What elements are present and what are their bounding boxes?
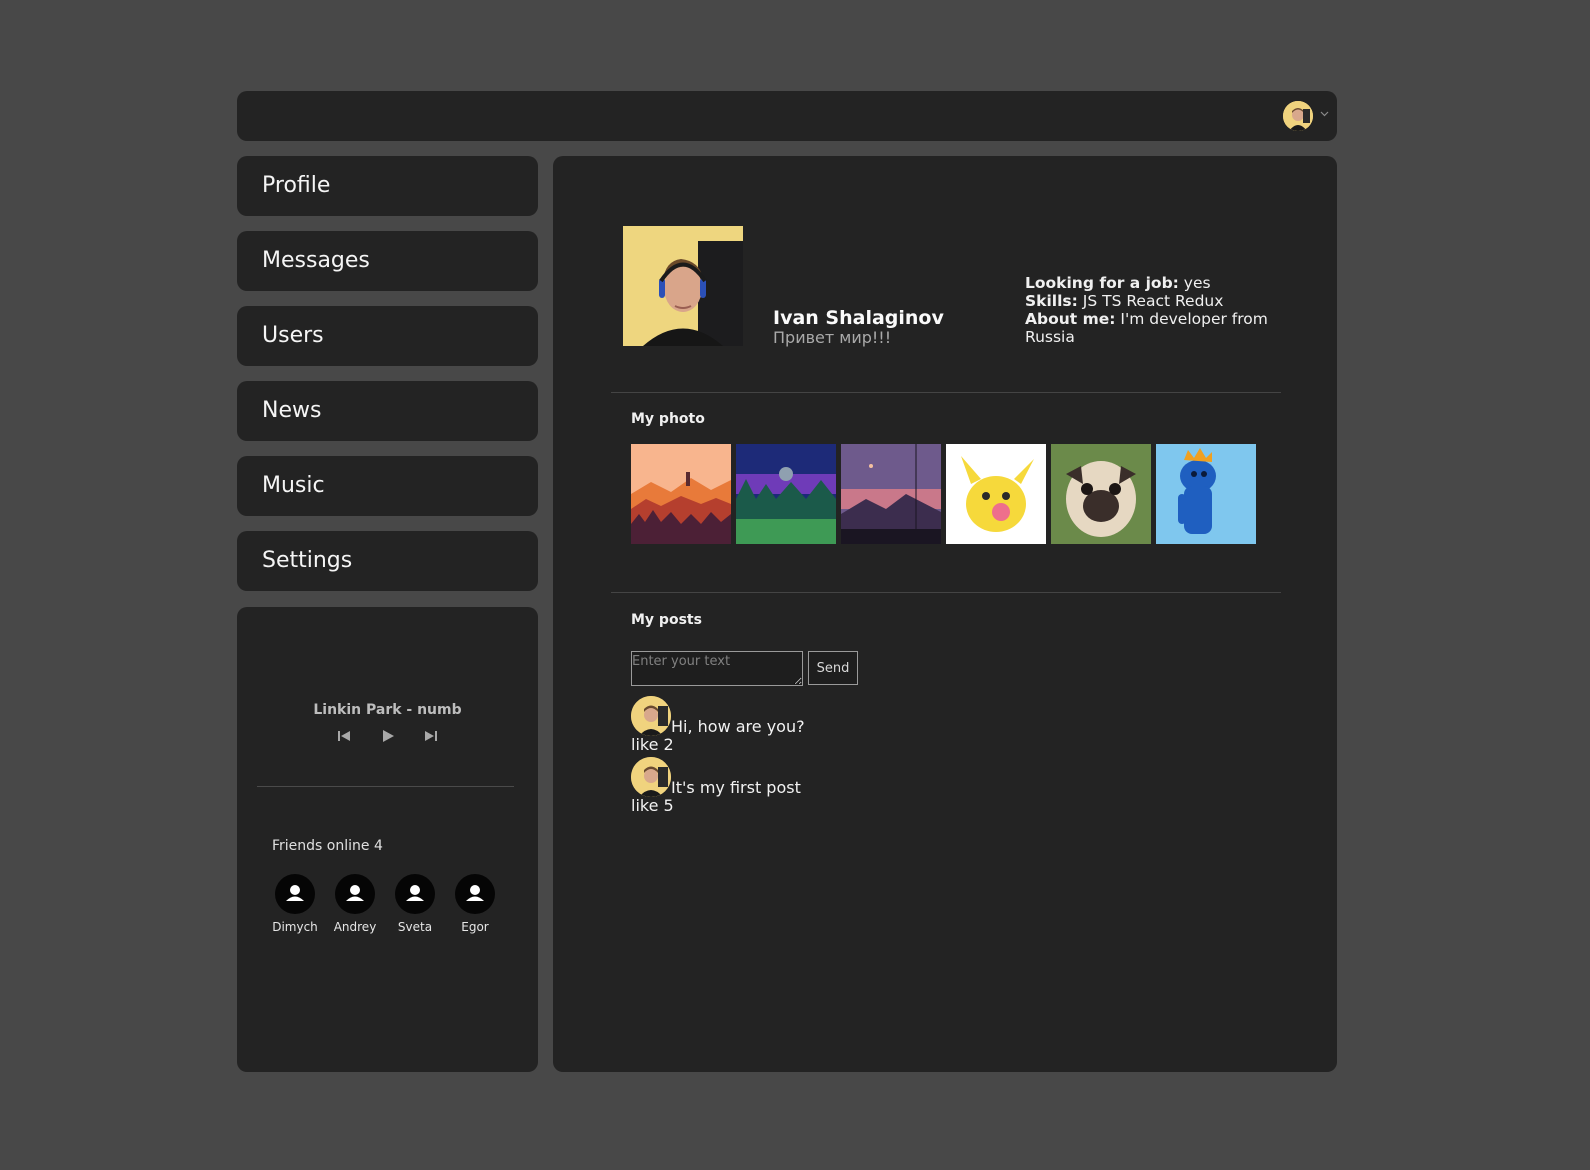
post-text: Hi, how are you? bbox=[671, 717, 805, 736]
friend-item[interactable]: Dimych bbox=[272, 874, 318, 934]
player-controls bbox=[237, 725, 538, 746]
friend-item[interactable]: Andrey bbox=[333, 874, 377, 934]
skills-value: JS TS React Redux bbox=[1077, 292, 1224, 310]
profile-name: Ivan Shalaginov bbox=[773, 307, 944, 329]
job-label: Looking for a job: bbox=[1025, 274, 1179, 292]
post-likes[interactable]: like 2 bbox=[631, 736, 931, 754]
nav-item-messages[interactable]: Messages bbox=[237, 231, 538, 291]
track-title: Linkin Park - numb bbox=[313, 702, 462, 718]
user-avatar[interactable] bbox=[1283, 101, 1313, 131]
profile-photo bbox=[623, 226, 743, 346]
friend-name: Egor bbox=[461, 920, 489, 934]
avatar bbox=[631, 757, 671, 797]
friends-list: Dimych Andrey Sveta Egor bbox=[272, 874, 497, 934]
user-icon bbox=[275, 874, 315, 914]
friend-name: Andrey bbox=[333, 920, 377, 934]
post-likes[interactable]: like 5 bbox=[631, 797, 931, 815]
divider bbox=[611, 592, 1281, 593]
nav-item-music[interactable]: Music bbox=[237, 456, 538, 516]
top-header bbox=[237, 91, 1337, 141]
profile-status[interactable]: Привет мир!!! bbox=[773, 328, 891, 347]
user-icon bbox=[335, 874, 375, 914]
friend-name: Sveta bbox=[397, 920, 433, 934]
nav-item-settings[interactable]: Settings bbox=[237, 531, 538, 591]
nav-item-profile[interactable]: Profile bbox=[237, 156, 538, 216]
divider bbox=[611, 392, 1281, 393]
post-text: It's my first post bbox=[671, 778, 801, 797]
photo-pug[interactable] bbox=[1051, 444, 1151, 544]
post-header: It's my first post bbox=[631, 757, 931, 797]
job-value: yes bbox=[1178, 274, 1211, 292]
photo-pikachu[interactable] bbox=[946, 444, 1046, 544]
nav-item-users[interactable]: Users bbox=[237, 306, 538, 366]
post-item: Hi, how are you? like 2 bbox=[631, 696, 931, 754]
friend-name: Dimych bbox=[272, 920, 318, 934]
skills-row: Skills: JS TS React Redux bbox=[1025, 292, 1275, 310]
my-posts-title: My posts bbox=[631, 612, 702, 628]
user-icon bbox=[395, 874, 435, 914]
photo-night-forest[interactable] bbox=[736, 444, 836, 544]
post-input[interactable] bbox=[631, 651, 803, 686]
about-row: About me: I'm developer from Russia bbox=[1025, 310, 1275, 346]
about-label: About me: bbox=[1025, 310, 1116, 328]
friends-online-label: Friends online 4 bbox=[272, 838, 383, 854]
post-header: Hi, how are you? bbox=[631, 696, 931, 736]
photo-orange-forest[interactable] bbox=[631, 444, 731, 544]
job-row: Looking for a job: yes bbox=[1025, 274, 1275, 292]
skills-label: Skills: bbox=[1025, 292, 1078, 310]
next-icon[interactable] bbox=[421, 726, 441, 746]
side-panel: Linkin Park - numb Friends online 4 Dimy… bbox=[237, 607, 538, 1072]
profile-info: Looking for a job: yes Skills: JS TS Rea… bbox=[1025, 274, 1275, 346]
avatar bbox=[631, 696, 671, 736]
friend-item[interactable]: Egor bbox=[453, 874, 497, 934]
play-icon[interactable] bbox=[378, 726, 398, 746]
previous-icon[interactable] bbox=[334, 726, 354, 746]
chevron-down-icon[interactable] bbox=[1320, 109, 1329, 118]
photo-purple-mountain[interactable] bbox=[841, 444, 941, 544]
nav-item-news[interactable]: News bbox=[237, 381, 538, 441]
user-icon bbox=[455, 874, 495, 914]
my-photo-title: My photo bbox=[631, 411, 705, 427]
friend-item[interactable]: Sveta bbox=[393, 874, 437, 934]
photo-blue-monster[interactable] bbox=[1156, 444, 1256, 544]
side-divider bbox=[257, 786, 514, 787]
photo-gallery bbox=[631, 444, 1256, 544]
send-button[interactable]: Send bbox=[808, 651, 858, 685]
post-item: It's my first post like 5 bbox=[631, 757, 931, 815]
profile-content: Ivan Shalaginov Привет мир!!! Looking fo… bbox=[553, 156, 1337, 1072]
